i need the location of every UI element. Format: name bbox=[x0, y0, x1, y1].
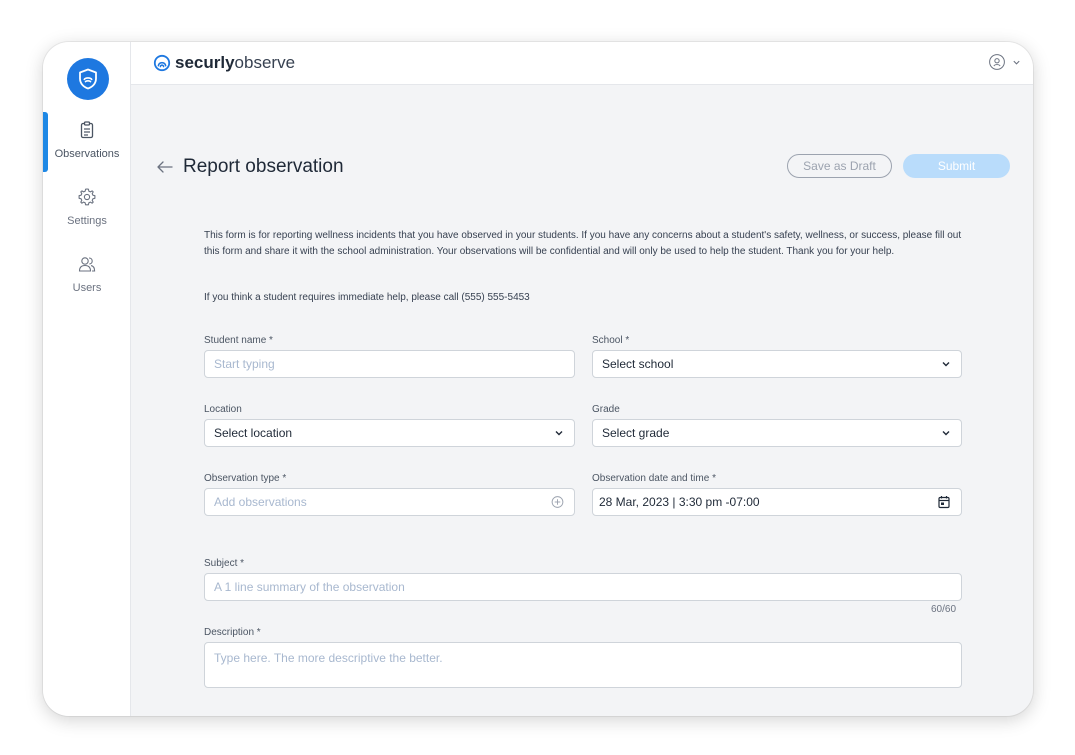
sidebar: Observations Settings Users bbox=[43, 42, 131, 716]
school-label: School * bbox=[592, 335, 630, 346]
observation-datetime-input[interactable]: 28 Mar, 2023 | 3:30 pm -07:00 bbox=[592, 488, 962, 516]
save-as-draft-button[interactable]: Save as Draft bbox=[787, 154, 892, 178]
chevron-down-icon bbox=[942, 431, 950, 436]
back-arrow-icon[interactable] bbox=[155, 157, 175, 177]
observation-datetime-value: 28 Mar, 2023 | 3:30 pm -07:00 bbox=[599, 495, 760, 509]
page-title: Report observation bbox=[183, 156, 344, 177]
user-circle-icon bbox=[989, 54, 1005, 70]
location-select[interactable]: Select location bbox=[204, 419, 575, 447]
sidebar-item-label: Users bbox=[72, 282, 102, 294]
description-placeholder: Type here. The more descriptive the bett… bbox=[214, 651, 443, 665]
sidebar-item-label: Settings bbox=[67, 215, 107, 227]
school-select[interactable]: Select school bbox=[592, 350, 962, 378]
securly-shield-logo bbox=[67, 58, 109, 100]
users-icon bbox=[78, 257, 96, 272]
subject-label: Subject * bbox=[204, 558, 245, 569]
brand-name-bold: securly bbox=[175, 53, 235, 72]
clipboard-icon bbox=[80, 121, 94, 139]
sidebar-item-settings[interactable]: Settings bbox=[43, 187, 131, 247]
student-name-input[interactable]: Start typing bbox=[204, 350, 575, 378]
observation-type-placeholder: Add observations bbox=[214, 495, 307, 509]
submit-button[interactable]: Submit bbox=[903, 154, 1010, 178]
shield-icon bbox=[79, 68, 97, 90]
location-label: Location bbox=[204, 404, 242, 415]
grade-label: Grade bbox=[592, 404, 620, 415]
location-select-value: Select location bbox=[214, 426, 293, 440]
app-window: Observations Settings Users securly obse… bbox=[43, 42, 1033, 716]
chevron-down-icon bbox=[942, 362, 950, 367]
observation-type-label: Observation type * bbox=[204, 473, 287, 484]
description-label: Description * bbox=[204, 627, 261, 638]
brand-logo: securly observe bbox=[153, 53, 295, 73]
calendar-icon[interactable] bbox=[937, 495, 951, 509]
brand-name-light: observe bbox=[234, 53, 296, 72]
chevron-down-icon bbox=[1013, 60, 1020, 65]
chevron-down-icon bbox=[555, 431, 563, 436]
school-select-value: Select school bbox=[602, 357, 674, 371]
sidebar-item-observations[interactable]: Observations bbox=[43, 120, 131, 180]
description-textarea[interactable]: Type here. The more descriptive the bett… bbox=[204, 642, 962, 688]
subject-placeholder: A 1 line summary of the observation bbox=[214, 580, 405, 594]
subject-char-counter: 60/60 bbox=[931, 604, 957, 615]
sidebar-item-label: Observations bbox=[54, 148, 120, 160]
observation-datetime-label: Observation date and time * bbox=[592, 473, 716, 484]
student-name-placeholder: Start typing bbox=[214, 357, 275, 371]
grade-select-value: Select grade bbox=[602, 426, 670, 440]
grade-select[interactable]: Select grade bbox=[592, 419, 962, 447]
sidebar-item-users[interactable]: Users bbox=[43, 254, 131, 314]
gear-icon bbox=[78, 188, 96, 206]
user-menu-button[interactable] bbox=[988, 53, 1021, 71]
help-phone-text: If you think a student requires immediat… bbox=[204, 292, 530, 303]
student-name-label: Student name * bbox=[204, 335, 273, 346]
observation-type-input[interactable]: Add observations bbox=[204, 488, 575, 516]
add-circle-icon[interactable] bbox=[551, 496, 564, 509]
subject-input[interactable]: A 1 line summary of the observation bbox=[204, 573, 962, 601]
top-header: securly observe bbox=[131, 42, 1033, 85]
securly-logo-icon bbox=[153, 54, 171, 72]
form-intro-text: This form is for reporting wellness inci… bbox=[204, 230, 962, 257]
